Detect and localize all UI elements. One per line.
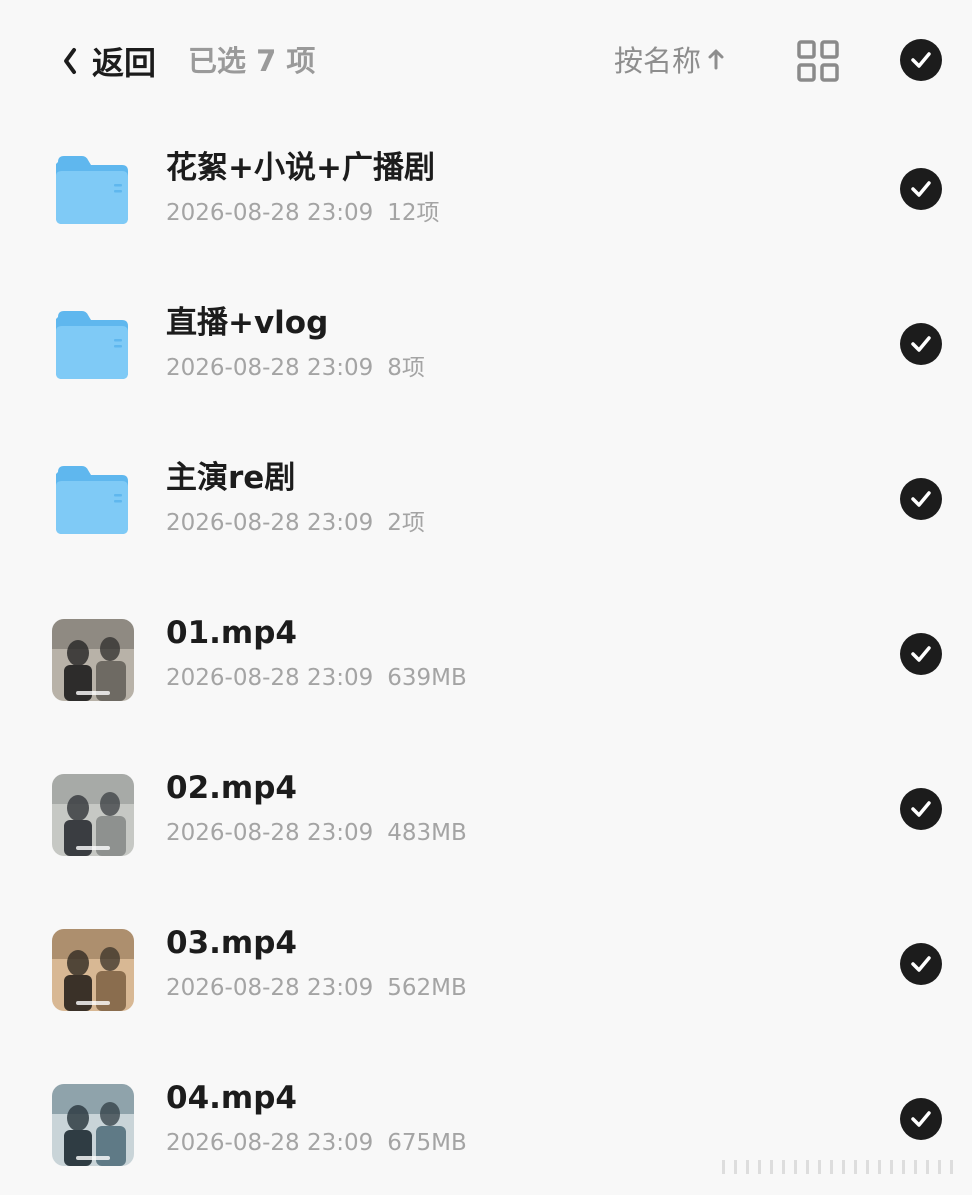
folder-icon xyxy=(54,154,130,226)
item-name: 04.mp4 xyxy=(166,1080,297,1116)
list-item[interactable]: 03.mp4 2026-08-28 23:09 562MB xyxy=(0,883,972,1038)
item-name: 花絮+小说+广播剧 xyxy=(166,150,435,186)
sort-button[interactable]: 按名称 xyxy=(614,38,725,80)
item-count: 2项 xyxy=(387,510,425,536)
item-name: 01.mp4 xyxy=(166,615,297,651)
selection-count: 已选 7 项 xyxy=(188,44,316,78)
item-date: 2026-08-28 23:09 xyxy=(166,200,374,226)
video-thumbnail xyxy=(52,774,134,856)
item-date: 2026-08-28 23:09 xyxy=(166,820,374,846)
list-item[interactable]: 直播+vlog 2026-08-28 23:09 8项 xyxy=(0,263,972,418)
top-bar: 返回 已选 7 项 按名称 xyxy=(0,0,972,120)
item-checkbox[interactable] xyxy=(900,943,942,985)
item-checkbox[interactable] xyxy=(900,633,942,675)
item-size: 483MB xyxy=(387,820,467,846)
check-icon xyxy=(911,336,931,352)
item-count: 8项 xyxy=(387,355,425,381)
grid-view-icon xyxy=(797,40,839,82)
item-date: 2026-08-28 23:09 xyxy=(166,975,374,1001)
check-icon xyxy=(911,1111,931,1127)
item-meta: 2026-08-28 23:09 12项 xyxy=(166,198,440,228)
item-date: 2026-08-28 23:09 xyxy=(166,355,374,381)
item-meta: 2026-08-28 23:09 2项 xyxy=(166,508,425,538)
check-icon xyxy=(911,491,931,507)
video-thumbnail xyxy=(52,929,134,1011)
item-count: 12项 xyxy=(387,200,440,226)
chevron-left-icon xyxy=(64,48,76,74)
back-label: 返回 xyxy=(92,44,157,82)
item-size: 562MB xyxy=(387,975,467,1001)
check-icon xyxy=(911,956,931,972)
list-item[interactable]: 花絮+小说+广播剧 2026-08-28 23:09 12项 xyxy=(0,108,972,263)
select-all-checkbox[interactable] xyxy=(900,39,942,81)
item-checkbox[interactable] xyxy=(900,323,942,365)
item-meta: 2026-08-28 23:09 562MB xyxy=(166,973,467,1003)
video-thumbnail xyxy=(52,1084,134,1166)
scroll-indicator xyxy=(722,1160,962,1174)
list-item[interactable]: 主演re剧 2026-08-28 23:09 2项 xyxy=(0,418,972,573)
item-size: 675MB xyxy=(387,1130,467,1156)
check-icon xyxy=(911,181,931,197)
folder-icon xyxy=(54,309,130,381)
item-name: 主演re剧 xyxy=(166,460,296,496)
item-name: 03.mp4 xyxy=(166,925,297,961)
item-date: 2026-08-28 23:09 xyxy=(166,665,374,691)
item-date: 2026-08-28 23:09 xyxy=(166,1130,374,1156)
item-meta: 2026-08-28 23:09 483MB xyxy=(166,818,467,848)
item-meta: 2026-08-28 23:09 675MB xyxy=(166,1128,467,1158)
back-button[interactable]: 返回 xyxy=(62,38,156,84)
item-checkbox[interactable] xyxy=(900,168,942,210)
video-thumbnail xyxy=(52,619,134,701)
file-list: 花絮+小说+广播剧 2026-08-28 23:09 12项 直播+vlog 2026… xyxy=(0,108,972,1193)
item-name: 直播+vlog xyxy=(166,305,329,341)
list-item[interactable]: 02.mp4 2026-08-28 23:09 483MB xyxy=(0,728,972,883)
item-checkbox[interactable] xyxy=(900,478,942,520)
check-icon xyxy=(911,52,931,68)
folder-icon xyxy=(54,464,130,536)
item-date: 2026-08-28 23:09 xyxy=(166,510,374,536)
sort-label: 按名称 xyxy=(614,44,702,78)
item-size: 639MB xyxy=(387,665,467,691)
check-icon xyxy=(911,646,931,662)
item-checkbox[interactable] xyxy=(900,1098,942,1140)
item-name: 02.mp4 xyxy=(166,770,297,806)
check-icon xyxy=(911,801,931,817)
item-meta: 2026-08-28 23:09 8项 xyxy=(166,353,425,383)
list-item[interactable]: 01.mp4 2026-08-28 23:09 639MB xyxy=(0,573,972,728)
item-meta: 2026-08-28 23:09 639MB xyxy=(166,663,467,693)
arrow-up-icon xyxy=(708,49,724,70)
grid-view-button[interactable] xyxy=(797,40,839,82)
item-checkbox[interactable] xyxy=(900,788,942,830)
